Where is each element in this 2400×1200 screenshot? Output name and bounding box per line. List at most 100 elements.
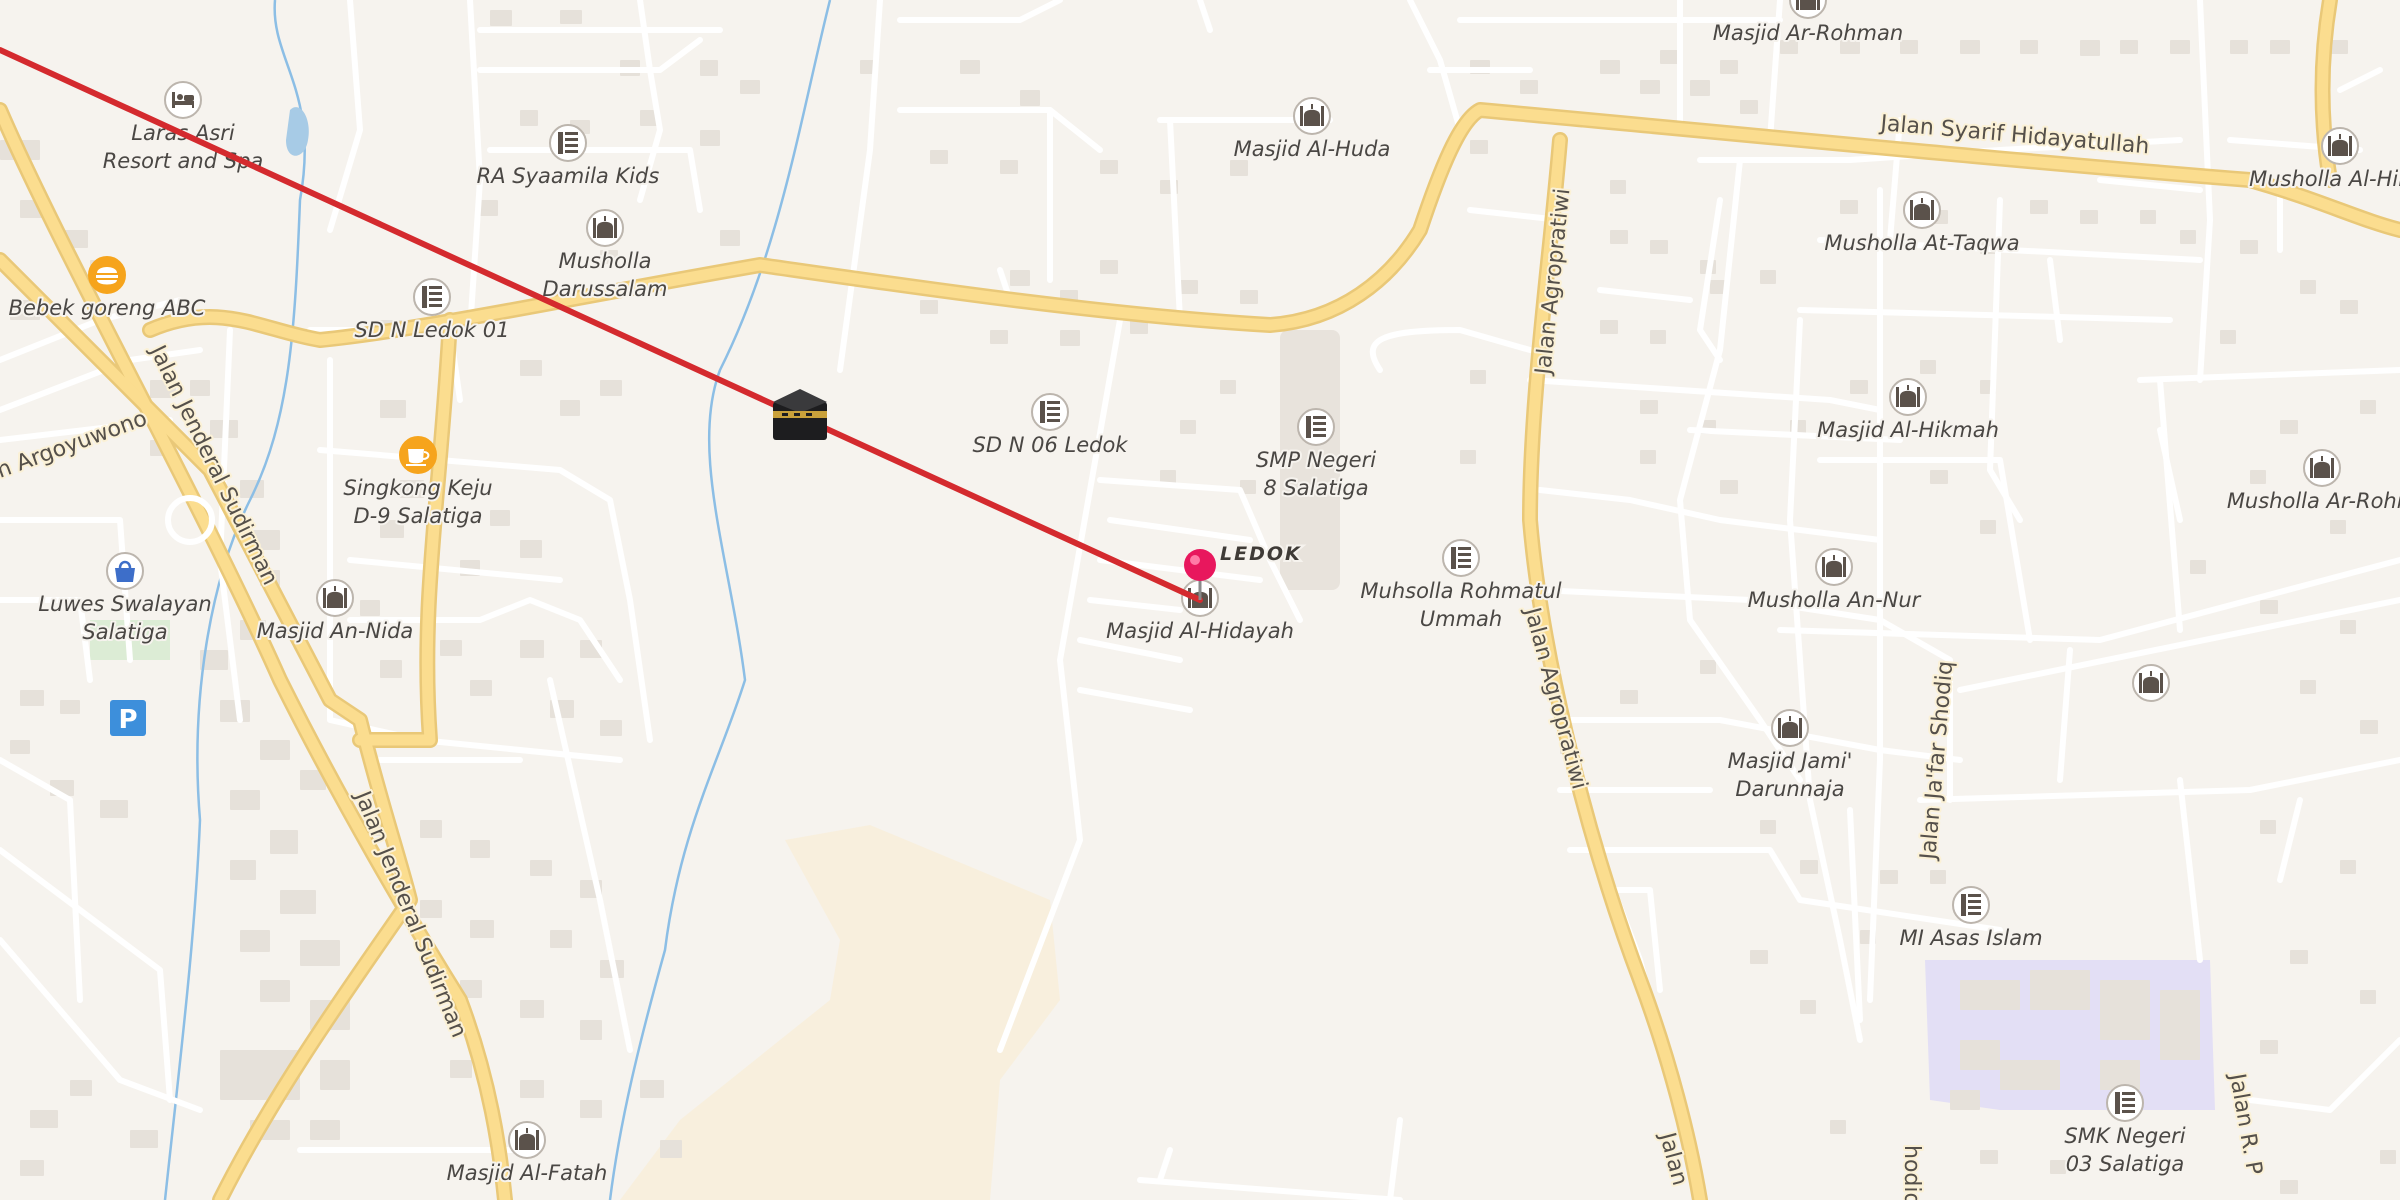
- building: [2230, 40, 2248, 54]
- building: [490, 510, 510, 526]
- building: [740, 80, 760, 94]
- parking-icon[interactable]: P: [110, 700, 146, 736]
- poi-label: Bebek goreng ABC: [9, 296, 206, 320]
- building: [990, 330, 1008, 344]
- building: [100, 800, 128, 818]
- hotel-icon[interactable]: [164, 81, 202, 119]
- building: [130, 1130, 158, 1148]
- building: [1640, 400, 1658, 414]
- building: [920, 300, 938, 314]
- building: [530, 860, 552, 876]
- school-icon[interactable]: [2106, 1084, 2144, 1122]
- building: [600, 380, 622, 396]
- building: [1720, 60, 1738, 74]
- road-label-shodiq: hodiq: [1899, 1145, 1924, 1200]
- svg-text:P: P: [118, 705, 137, 735]
- poi-mosque-unnamed[interactable]: [2132, 664, 2170, 702]
- building: [1060, 330, 1080, 346]
- building: [2300, 280, 2316, 294]
- building: [1220, 380, 1236, 394]
- building: [1650, 240, 1668, 254]
- building: [1690, 80, 1710, 96]
- building: [1980, 1150, 1998, 1164]
- building: [1180, 420, 1196, 434]
- mosque-icon[interactable]: [2132, 664, 2170, 702]
- building: [2170, 40, 2190, 54]
- building: [1950, 1090, 1980, 1110]
- building: [2260, 600, 2278, 614]
- building: [2280, 1180, 2298, 1194]
- building: [30, 1110, 58, 1128]
- building: [1830, 1120, 1846, 1134]
- mosque-icon[interactable]: [1815, 548, 1853, 586]
- poi-label: MI Asas Islam: [1899, 926, 2042, 950]
- area-label-ledok: LEDOK: [1220, 543, 1302, 565]
- building: [2140, 210, 2156, 224]
- building: [2270, 40, 2290, 54]
- poi-label: Masjid Al-Huda: [1234, 137, 1391, 161]
- building: [1920, 360, 1936, 374]
- building: [2340, 300, 2358, 314]
- building: [2020, 40, 2038, 54]
- building: [2300, 680, 2316, 694]
- building: [1720, 480, 1738, 494]
- building: [70, 1080, 92, 1096]
- building: [2380, 1150, 2396, 1164]
- building: [1240, 290, 1258, 304]
- poi-label: Masjid Jami': [1728, 749, 1853, 773]
- poi-label: Musholla: [558, 249, 651, 273]
- shopping-bag-icon[interactable]: [106, 552, 144, 590]
- building: [10, 740, 30, 754]
- building: [2030, 200, 2048, 214]
- mosque-icon[interactable]: [1903, 191, 1941, 229]
- mosque-icon[interactable]: [508, 1121, 546, 1159]
- school-icon[interactable]: [1442, 539, 1480, 577]
- mosque-icon[interactable]: [316, 579, 354, 617]
- building: [1760, 820, 1776, 834]
- poi-label: Ummah: [1420, 607, 1502, 631]
- building: [2290, 950, 2308, 964]
- building: [1930, 870, 1946, 884]
- school-icon[interactable]: [1952, 886, 1990, 924]
- building: [700, 60, 718, 76]
- poi-label: Darunnaja: [1735, 777, 1844, 801]
- cafe-icon[interactable]: [399, 436, 437, 474]
- building: [2240, 240, 2258, 254]
- restaurant-icon[interactable]: [88, 256, 126, 294]
- building: [640, 1080, 664, 1098]
- building: [2330, 40, 2348, 54]
- building: [1610, 230, 1628, 244]
- building: [600, 720, 622, 736]
- building: [260, 980, 290, 1002]
- school-icon[interactable]: [1297, 408, 1335, 446]
- mosque-icon[interactable]: [2321, 127, 2359, 165]
- building: [240, 930, 270, 952]
- mosque-icon[interactable]: [1293, 97, 1331, 135]
- poi-parking[interactable]: P: [110, 700, 146, 736]
- poi-label: Masjid Al-Fatah: [447, 1161, 608, 1185]
- building: [1750, 950, 1768, 964]
- building: [20, 1160, 44, 1176]
- mosque-icon[interactable]: [1771, 709, 1809, 747]
- building: [560, 400, 580, 416]
- building: [2340, 860, 2356, 874]
- building: [1740, 100, 1758, 114]
- mosque-icon[interactable]: [1889, 378, 1927, 416]
- building: [2280, 420, 2298, 434]
- mosque-icon[interactable]: [2303, 449, 2341, 487]
- building: [1930, 470, 1948, 484]
- building: [2080, 40, 2100, 56]
- mosque-icon[interactable]: [586, 209, 624, 247]
- building: [520, 640, 544, 658]
- school-icon[interactable]: [413, 278, 451, 316]
- building: [1100, 160, 1118, 174]
- school-icon[interactable]: [549, 124, 587, 162]
- building: [2100, 980, 2150, 1040]
- building: [960, 60, 980, 74]
- building: [2330, 520, 2346, 534]
- map-canvas[interactable]: Jalan Syarif Hidayatullah Jalan Jenderal…: [0, 0, 2400, 1200]
- building: [2050, 1160, 2066, 1174]
- building: [450, 1060, 472, 1078]
- school-icon[interactable]: [1031, 393, 1069, 431]
- building: [2030, 970, 2090, 1010]
